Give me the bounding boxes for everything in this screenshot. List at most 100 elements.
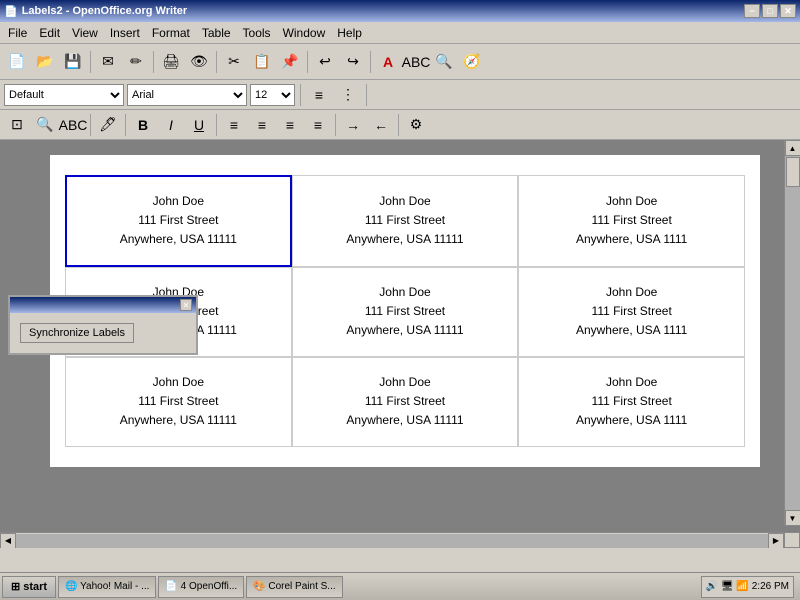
find-button[interactable]: 🔍 — [431, 49, 457, 75]
edit-button[interactable]: ✏ — [123, 49, 149, 75]
menu-tools[interactable]: Tools — [237, 24, 277, 42]
preview-button[interactable]: 👁 — [186, 49, 212, 75]
label-name-9: John Doe — [606, 373, 657, 392]
tb2-sep5 — [398, 114, 399, 136]
menu-format[interactable]: Format — [146, 24, 196, 42]
toolbar-sep3 — [216, 51, 217, 73]
synchronize-panel: ✕ Synchronize Labels — [8, 295, 198, 355]
fmt-sep1 — [300, 84, 301, 106]
undo-button[interactable]: ↩ — [312, 49, 338, 75]
taskbar-item-2[interactable]: 📄 4 OpenOffi... — [158, 576, 244, 598]
navigator-button[interactable]: 🧭 — [459, 49, 485, 75]
tb2-sep1 — [90, 114, 91, 136]
bold-button[interactable]: B — [130, 112, 156, 138]
label-street-7: 111 First Street — [138, 392, 218, 411]
page-break-button[interactable]: ⊡ — [4, 112, 30, 138]
label-cell-3[interactable]: John Doe 111 First Street Anywhere, USA … — [518, 175, 745, 267]
spellcheck2-button[interactable]: ABC — [60, 112, 86, 138]
text-format-toolbar: ⊡ 🔍 ABC 🖊 B I U ≡ ≡ ≡ ≡ → ← ⚙ — [0, 110, 800, 140]
menu-view[interactable]: View — [66, 24, 104, 42]
toolbar-sep1 — [90, 51, 91, 73]
floating-panel-close-button[interactable]: ✕ — [180, 299, 192, 311]
scroll-left-button[interactable]: ◀ — [0, 533, 16, 549]
label-street-9: 111 First Street — [592, 392, 672, 411]
scroll-track[interactable] — [785, 156, 800, 510]
new-button[interactable]: 📄 — [4, 49, 30, 75]
scroll-up-button[interactable]: ▲ — [785, 140, 800, 156]
start-button[interactable]: ⊞ start — [2, 576, 56, 598]
font-select[interactable]: Arial — [127, 84, 247, 106]
close-button[interactable]: ✕ — [780, 4, 796, 18]
label-cell-2[interactable]: John Doe 111 First Street Anywhere, USA … — [292, 175, 519, 267]
menu-file[interactable]: File — [2, 24, 33, 42]
menu-table[interactable]: Table — [196, 24, 237, 42]
scroll-down-button[interactable]: ▼ — [785, 510, 800, 526]
label-city-5: Anywhere, USA 11111 — [346, 321, 463, 340]
scroll-right-button[interactable]: ▶ — [768, 533, 784, 549]
font-color-button[interactable]: A — [375, 49, 401, 75]
label-street-8: 111 First Street — [365, 392, 445, 411]
horizontal-scroll-track[interactable] — [16, 534, 768, 548]
save-button[interactable]: 💾 — [60, 49, 86, 75]
highlight-button[interactable]: 🖊 — [95, 112, 121, 138]
taskbar-item-3[interactable]: 🎨 Corel Paint S... — [246, 576, 342, 598]
label-cell-6[interactable]: John Doe 111 First Street Anywhere, USA … — [518, 267, 745, 357]
list-ordered-button[interactable]: ⋮ — [335, 82, 361, 108]
document-area: ✕ Synchronize Labels John Doe 111 First … — [0, 140, 800, 548]
menu-insert[interactable]: Insert — [104, 24, 146, 42]
label-cell-7[interactable]: John Doe 111 First Street Anywhere, USA … — [65, 357, 292, 447]
label-cell-5[interactable]: John Doe 111 First Street Anywhere, USA … — [292, 267, 519, 357]
minimize-button[interactable]: − — [744, 4, 760, 18]
settings-button[interactable]: ⚙ — [403, 112, 429, 138]
email-button[interactable]: ✉ — [95, 49, 121, 75]
label-street-6: 111 First Street — [592, 302, 672, 321]
label-city-9: Anywhere, USA 1111 — [576, 411, 687, 430]
label-cell-8[interactable]: John Doe 111 First Street Anywhere, USA … — [292, 357, 519, 447]
start-label: start — [23, 581, 47, 593]
label-city-7: Anywhere, USA 11111 — [120, 411, 237, 430]
redo-button[interactable]: ↪ — [340, 49, 366, 75]
main-toolbar: 📄 📂 💾 ✉ ✏ 🖨 👁 ✂ 📋 📌 ↩ ↪ A ABC 🔍 🧭 — [0, 44, 800, 80]
open-button[interactable]: 📂 — [32, 49, 58, 75]
paste-button[interactable]: 📌 — [277, 49, 303, 75]
copy-button[interactable]: 📋 — [249, 49, 275, 75]
spellcheck-button[interactable]: ABC — [403, 49, 429, 75]
cut-button[interactable]: ✂ — [221, 49, 247, 75]
align-justify-button[interactable]: ≡ — [305, 112, 331, 138]
taskbar-right: 🔊 🖥 📶 2:26 PM — [701, 576, 798, 598]
align-left-button[interactable]: ≡ — [221, 112, 247, 138]
taskbar-item-3-label: 🎨 Corel Paint S... — [253, 581, 335, 592]
size-select[interactable]: 12 — [250, 84, 295, 106]
align-right-button[interactable]: ≡ — [277, 112, 303, 138]
menu-edit[interactable]: Edit — [33, 24, 66, 42]
toolbar-sep5 — [370, 51, 371, 73]
print-button[interactable]: 🖨 — [158, 49, 184, 75]
menu-help[interactable]: Help — [331, 24, 368, 42]
label-street-3: 111 First Street — [592, 211, 672, 230]
align-center-button[interactable]: ≡ — [249, 112, 275, 138]
indent-less-button[interactable]: ← — [368, 112, 394, 138]
maximize-button[interactable]: □ — [762, 4, 778, 18]
synchronize-labels-button[interactable]: Synchronize Labels — [20, 323, 134, 343]
zoom-button[interactable]: 🔍 — [32, 112, 58, 138]
label-name-6: John Doe — [606, 283, 657, 302]
horizontal-scrollbar[interactable]: ◀ ▶ — [0, 532, 784, 548]
style-select[interactable]: Default — [4, 84, 124, 106]
underline-button[interactable]: U — [186, 112, 212, 138]
label-cell-9[interactable]: John Doe 111 First Street Anywhere, USA … — [518, 357, 745, 447]
vertical-scrollbar[interactable]: ▲ ▼ — [784, 140, 800, 526]
format-toolbar: Default Arial 12 ≡ ⋮ — [0, 80, 800, 110]
app-icon: 📄 — [4, 5, 18, 18]
taskbar-item-2-label: 📄 4 OpenOffi... — [165, 581, 237, 592]
scroll-thumb[interactable] — [786, 157, 800, 187]
taskbar-item-1[interactable]: 🌐 Yahoo! Mail - ... — [58, 576, 156, 598]
toolbar-sep4 — [307, 51, 308, 73]
indent-more-button[interactable]: → — [340, 112, 366, 138]
floating-panel-content: Synchronize Labels — [10, 313, 196, 353]
italic-button[interactable]: I — [158, 112, 184, 138]
menu-window[interactable]: Window — [277, 24, 332, 42]
label-name-3: John Doe — [606, 192, 657, 211]
label-cell-1[interactable]: John Doe 111 First Street Anywhere, USA … — [65, 175, 292, 267]
window-title: Labels2 - OpenOffice.org Writer — [22, 5, 187, 17]
list-unordered-button[interactable]: ≡ — [306, 82, 332, 108]
